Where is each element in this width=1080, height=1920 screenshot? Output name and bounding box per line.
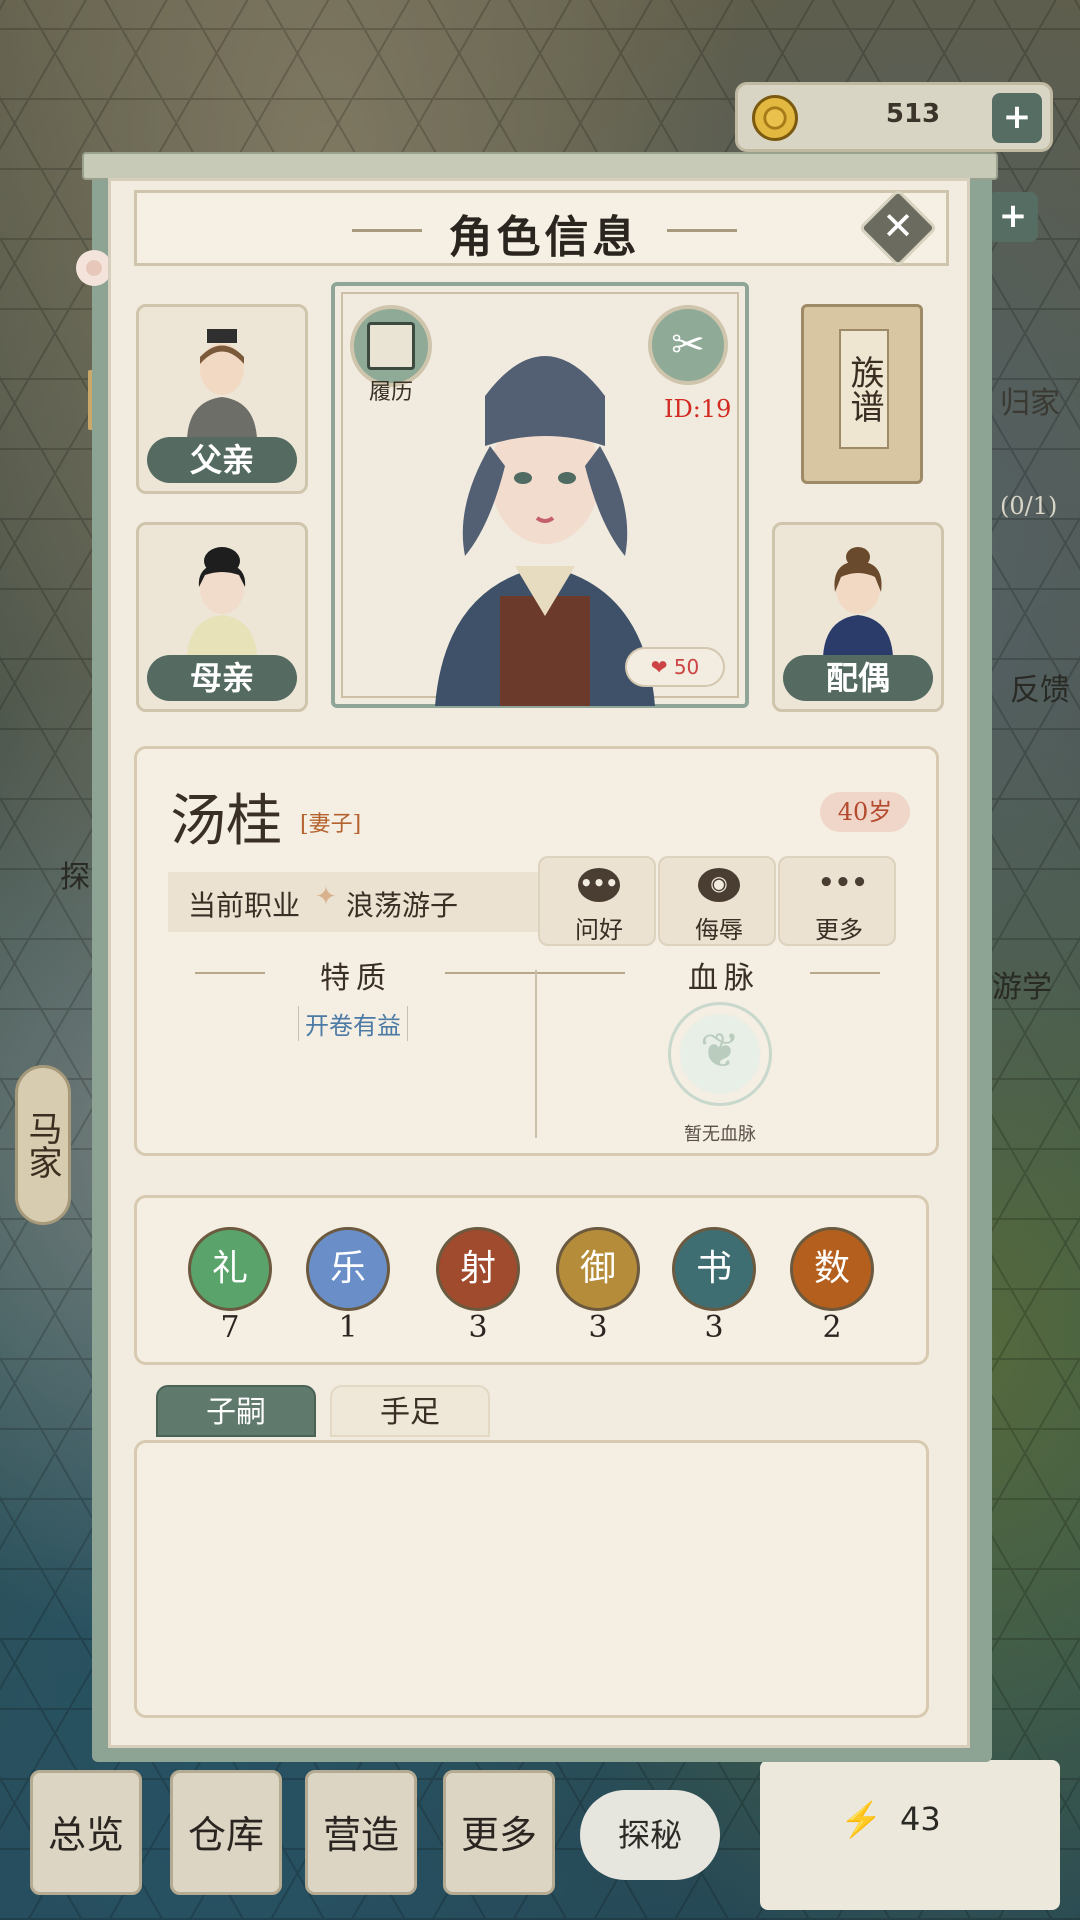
lightning-icon: ⚡ xyxy=(840,1800,883,1840)
tab-children[interactable]: 子嗣 xyxy=(156,1385,316,1437)
skill-li-value: 7 xyxy=(220,1310,240,1345)
side-label-home[interactable]: 归家 xyxy=(1000,378,1060,422)
character-role: [妻子] xyxy=(300,812,362,837)
nav-warehouse[interactable]: 仓库 xyxy=(170,1770,282,1895)
father-card[interactable]: 父亲 xyxy=(136,304,308,494)
section-vertical-divider xyxy=(535,970,537,1138)
side-label-feedback[interactable]: 反馈 xyxy=(1010,665,1070,709)
panel-top-rod xyxy=(82,152,998,180)
scissors-icon[interactable]: ✂ xyxy=(648,305,728,385)
skill-li-icon[interactable]: 礼 xyxy=(188,1227,272,1311)
energy-value: 43 xyxy=(900,1800,941,1838)
coin-amount: 513 xyxy=(885,99,941,129)
job-separator-icon: ✦ xyxy=(315,882,337,912)
affection-badge: ❤ 50 xyxy=(625,647,725,687)
skill-shu-math-icon[interactable]: 数 xyxy=(790,1227,874,1311)
angry-face-icon: ◉ xyxy=(698,868,740,902)
skill-yu-icon[interactable]: 御 xyxy=(556,1227,640,1311)
side-label-tan[interactable]: 探 xyxy=(60,852,90,896)
bloodline-ornament-right xyxy=(810,972,880,974)
job-value: 浪荡游子 xyxy=(346,889,459,922)
flower-decoration xyxy=(76,250,112,286)
genealogy-label: 族谱 xyxy=(839,329,889,449)
dialog-title: 角色信息 xyxy=(448,212,641,263)
add-resource-button[interactable]: + xyxy=(988,192,1038,242)
character-name: 汤桂 xyxy=(170,789,282,854)
speech-icon: ••• xyxy=(578,868,620,902)
energy-panel: ⚡ 43 xyxy=(760,1760,1060,1910)
more-button[interactable]: ••• 更多 xyxy=(778,856,896,946)
side-label-youxue[interactable]: 游学 xyxy=(992,962,1052,1006)
coin-icon xyxy=(752,95,798,141)
affection-value: 50 xyxy=(673,655,700,679)
job-label: 当前职业 xyxy=(188,889,301,922)
title-ornament-right xyxy=(667,229,737,232)
add-coins-button[interactable]: + xyxy=(992,93,1042,143)
insult-label: 侮辱 xyxy=(695,916,743,944)
resume-label: 履历 xyxy=(368,380,413,405)
skill-she-value: 3 xyxy=(468,1310,488,1345)
nav-more[interactable]: 更多 xyxy=(443,1770,555,1895)
skill-she-icon[interactable]: 射 xyxy=(436,1227,520,1311)
mother-card[interactable]: 母亲 xyxy=(136,522,308,712)
trait-tag[interactable]: 开卷有益 xyxy=(298,1006,408,1041)
mother-label: 母亲 xyxy=(147,655,297,701)
father-label: 父亲 xyxy=(147,437,297,483)
coin-bar: 513 + xyxy=(735,82,1053,152)
title-bar: 角色信息 xyxy=(134,190,949,266)
tab-siblings[interactable]: 手足 xyxy=(330,1385,490,1437)
no-bloodline-text: 暂无血脉 xyxy=(684,1124,756,1145)
mother-avatar xyxy=(187,547,257,657)
more-label: 更多 xyxy=(815,916,863,944)
heart-icon: ❤ xyxy=(650,655,674,679)
insult-button[interactable]: ◉ 侮辱 xyxy=(658,856,776,946)
bloodline-title: 血脉 xyxy=(688,961,760,996)
close-icon[interactable]: ✕ xyxy=(870,198,926,254)
spouse-card[interactable]: 配偶 xyxy=(772,522,944,712)
skill-shu-math-value: 2 xyxy=(822,1310,842,1345)
spouse-label: 配偶 xyxy=(783,655,933,701)
skill-shu-icon[interactable]: 书 xyxy=(672,1227,756,1311)
nav-build[interactable]: 营造 xyxy=(305,1770,417,1895)
skill-shu-value: 3 xyxy=(704,1310,724,1345)
character-id: ID:19 xyxy=(664,395,732,423)
nav-overview[interactable]: 总览 xyxy=(30,1770,142,1895)
family-button[interactable]: 马家 xyxy=(15,1065,71,1225)
greet-button[interactable]: ••• 问好 xyxy=(538,856,656,946)
greet-label: 问好 xyxy=(575,916,623,944)
scroll-icon xyxy=(367,322,415,370)
tab-content xyxy=(134,1440,929,1718)
phoenix-icon: ❦ xyxy=(668,1002,772,1106)
skill-yue-icon[interactable]: 乐 xyxy=(306,1227,390,1311)
skill-yu-value: 3 xyxy=(588,1310,608,1345)
skill-yue-value: 1 xyxy=(338,1310,358,1345)
spouse-avatar xyxy=(823,547,893,657)
age-badge: 40岁 xyxy=(820,792,910,832)
genealogy-book-button[interactable]: 族谱 xyxy=(801,304,923,484)
traits-ornament-left xyxy=(195,972,265,974)
ellipsis-icon: ••• xyxy=(818,868,868,898)
father-avatar xyxy=(187,329,257,439)
traits-title: 特质 xyxy=(320,961,392,996)
explore-button[interactable]: 探秘 xyxy=(580,1790,720,1880)
side-progress: (0/1) xyxy=(1000,492,1058,520)
